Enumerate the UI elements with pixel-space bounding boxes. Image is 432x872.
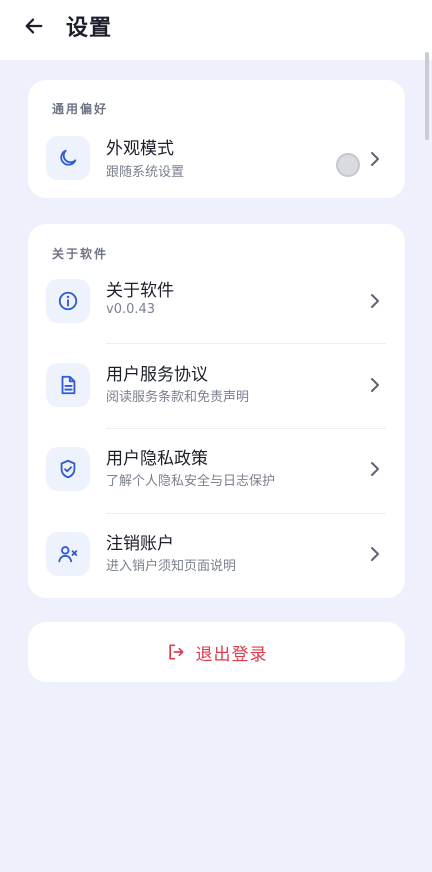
appearance-mode-subtitle: 跟随系统设置 <box>106 165 185 180</box>
logout-icon <box>168 644 183 660</box>
appearance-toggle[interactable] <box>336 153 360 177</box>
shield-check-icon <box>60 459 76 479</box>
page-title: 设置 <box>66 16 113 41</box>
divider <box>106 428 386 429</box>
version-label: v0.0.43 <box>106 302 156 317</box>
section-title-general: 通用偏好 <box>52 102 109 116</box>
privacy-policy-icon-box <box>46 447 90 491</box>
service-agreement-title: 用户服务协议 <box>106 365 208 385</box>
about-card: 关于软件 关于软件 v0.0.43 用户服务协议 阅读服务条款和免责声明 用户隐… <box>28 224 405 598</box>
user-remove-icon <box>58 546 78 563</box>
privacy-policy-title: 用户隐私政策 <box>106 449 208 469</box>
about-software-title: 关于软件 <box>106 281 174 301</box>
info-icon <box>58 291 78 311</box>
logout-button[interactable]: 退出登录 <box>28 622 405 682</box>
chevron-right-icon <box>371 378 379 392</box>
appearance-mode-title: 外观模式 <box>106 139 174 159</box>
chevron-right-icon <box>371 152 379 166</box>
delete-account-subtitle: 进入销户须知页面说明 <box>106 559 237 574</box>
service-agreement-icon-box <box>46 363 90 407</box>
top-bar: 设置 <box>0 0 432 60</box>
back-button[interactable] <box>20 12 48 40</box>
appearance-icon-box <box>46 136 90 180</box>
moon-icon <box>60 149 77 166</box>
scrollbar[interactable] <box>425 52 429 140</box>
about-software-row[interactable]: 关于软件 v0.0.43 <box>28 266 405 338</box>
logout-label: 退出登录 <box>195 644 268 665</box>
chevron-right-icon <box>371 547 379 561</box>
chevron-right-icon <box>371 462 379 476</box>
divider <box>106 343 386 344</box>
document-icon <box>61 375 76 395</box>
privacy-policy-row[interactable]: 用户隐私政策 了解个人隐私安全与日志保护 <box>28 434 405 506</box>
delete-account-row[interactable]: 注销账户 进入销户须知页面说明 <box>28 519 405 591</box>
privacy-policy-subtitle: 了解个人隐私安全与日志保护 <box>106 474 276 489</box>
delete-account-title: 注销账户 <box>106 534 174 554</box>
about-icon-box <box>46 279 90 323</box>
service-agreement-subtitle: 阅读服务条款和免责声明 <box>106 390 250 405</box>
section-title-about: 关于软件 <box>52 247 109 261</box>
general-preferences-card: 通用偏好 外观模式 跟随系统设置 <box>28 80 405 198</box>
delete-account-icon-box <box>46 532 90 576</box>
divider <box>106 513 386 514</box>
service-agreement-row[interactable]: 用户服务协议 阅读服务条款和免责声明 <box>28 350 405 422</box>
arrow-left-icon <box>25 18 43 34</box>
appearance-mode-row[interactable]: 外观模式 跟随系统设置 <box>28 128 405 200</box>
chevron-right-icon <box>371 294 379 308</box>
